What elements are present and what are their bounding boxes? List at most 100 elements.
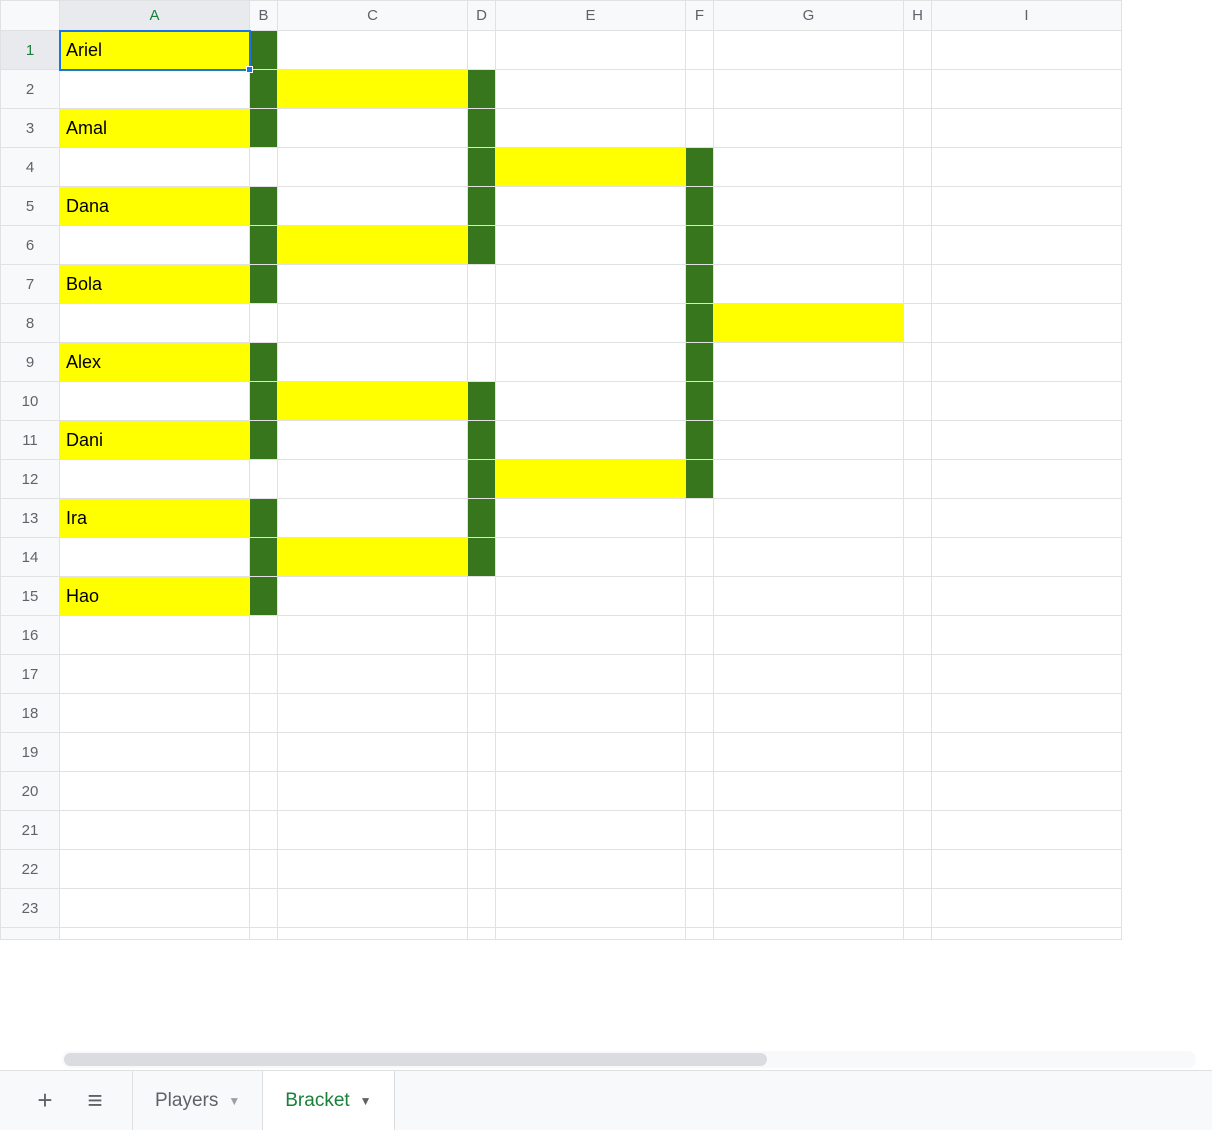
cell-G20[interactable] bbox=[714, 772, 904, 811]
cell-H23[interactable] bbox=[904, 889, 932, 928]
cell-E14[interactable] bbox=[496, 538, 686, 577]
cell-I8[interactable] bbox=[932, 304, 1122, 343]
cell-C8[interactable] bbox=[278, 304, 468, 343]
cell-E12[interactable] bbox=[496, 460, 686, 499]
row-header-22[interactable]: 22 bbox=[1, 850, 60, 889]
cell-F5[interactable] bbox=[686, 187, 714, 226]
cell-D13[interactable] bbox=[468, 499, 496, 538]
cell-H5[interactable] bbox=[904, 187, 932, 226]
column-header-G[interactable]: G bbox=[714, 1, 904, 31]
cell-F11[interactable] bbox=[686, 421, 714, 460]
cell-F4[interactable] bbox=[686, 148, 714, 187]
cell-H6[interactable] bbox=[904, 226, 932, 265]
cell-I14[interactable] bbox=[932, 538, 1122, 577]
cell-F14[interactable] bbox=[686, 538, 714, 577]
cell-D24[interactable] bbox=[468, 928, 496, 940]
cell-A5[interactable]: Dana bbox=[60, 187, 250, 226]
cell-F8[interactable] bbox=[686, 304, 714, 343]
cell-I17[interactable] bbox=[932, 655, 1122, 694]
cell-D4[interactable] bbox=[468, 148, 496, 187]
cell-I24[interactable] bbox=[932, 928, 1122, 940]
cell-D10[interactable] bbox=[468, 382, 496, 421]
column-header-D[interactable]: D bbox=[468, 1, 496, 31]
cell-E1[interactable] bbox=[496, 31, 686, 70]
cell-F17[interactable] bbox=[686, 655, 714, 694]
cell-E2[interactable] bbox=[496, 70, 686, 109]
cell-A20[interactable] bbox=[60, 772, 250, 811]
row-header-19[interactable]: 19 bbox=[1, 733, 60, 772]
cell-E19[interactable] bbox=[496, 733, 686, 772]
cell-A18[interactable] bbox=[60, 694, 250, 733]
cell-F22[interactable] bbox=[686, 850, 714, 889]
cell-H21[interactable] bbox=[904, 811, 932, 850]
cell-E4[interactable] bbox=[496, 148, 686, 187]
cell-D1[interactable] bbox=[468, 31, 496, 70]
cell-D2[interactable] bbox=[468, 70, 496, 109]
cell-H15[interactable] bbox=[904, 577, 932, 616]
cell-G3[interactable] bbox=[714, 109, 904, 148]
row-header-9[interactable]: 9 bbox=[1, 343, 60, 382]
cell-G22[interactable] bbox=[714, 850, 904, 889]
cell-F1[interactable] bbox=[686, 31, 714, 70]
cell-A22[interactable] bbox=[60, 850, 250, 889]
row-header-23[interactable]: 23 bbox=[1, 889, 60, 928]
cell-G11[interactable] bbox=[714, 421, 904, 460]
cell-B8[interactable] bbox=[250, 304, 278, 343]
cell-F21[interactable] bbox=[686, 811, 714, 850]
cell-F19[interactable] bbox=[686, 733, 714, 772]
cell-D15[interactable] bbox=[468, 577, 496, 616]
cell-B14[interactable] bbox=[250, 538, 278, 577]
cell-E13[interactable] bbox=[496, 499, 686, 538]
cell-G8[interactable] bbox=[714, 304, 904, 343]
cell-F9[interactable] bbox=[686, 343, 714, 382]
cell-E10[interactable] bbox=[496, 382, 686, 421]
cell-C9[interactable] bbox=[278, 343, 468, 382]
cell-B18[interactable] bbox=[250, 694, 278, 733]
cell-H7[interactable] bbox=[904, 265, 932, 304]
cell-I20[interactable] bbox=[932, 772, 1122, 811]
cell-C14[interactable] bbox=[278, 538, 468, 577]
cell-D11[interactable] bbox=[468, 421, 496, 460]
cell-I10[interactable] bbox=[932, 382, 1122, 421]
cell-D7[interactable] bbox=[468, 265, 496, 304]
cell-G18[interactable] bbox=[714, 694, 904, 733]
cell-D22[interactable] bbox=[468, 850, 496, 889]
row-header-1[interactable]: 1 bbox=[1, 31, 60, 70]
cell-E6[interactable] bbox=[496, 226, 686, 265]
cell-B15[interactable] bbox=[250, 577, 278, 616]
row-header-11[interactable]: 11 bbox=[1, 421, 60, 460]
cell-H12[interactable] bbox=[904, 460, 932, 499]
cell-D8[interactable] bbox=[468, 304, 496, 343]
cell-E24[interactable] bbox=[496, 928, 686, 940]
cell-H3[interactable] bbox=[904, 109, 932, 148]
cell-A6[interactable] bbox=[60, 226, 250, 265]
cell-G9[interactable] bbox=[714, 343, 904, 382]
cell-E5[interactable] bbox=[496, 187, 686, 226]
cell-H4[interactable] bbox=[904, 148, 932, 187]
cell-B7[interactable] bbox=[250, 265, 278, 304]
cell-D21[interactable] bbox=[468, 811, 496, 850]
cell-D16[interactable] bbox=[468, 616, 496, 655]
cell-I23[interactable] bbox=[932, 889, 1122, 928]
cell-B5[interactable] bbox=[250, 187, 278, 226]
cell-F16[interactable] bbox=[686, 616, 714, 655]
cell-H1[interactable] bbox=[904, 31, 932, 70]
cell-D9[interactable] bbox=[468, 343, 496, 382]
cell-C16[interactable] bbox=[278, 616, 468, 655]
cell-C3[interactable] bbox=[278, 109, 468, 148]
cell-H17[interactable] bbox=[904, 655, 932, 694]
cell-G1[interactable] bbox=[714, 31, 904, 70]
column-header-I[interactable]: I bbox=[932, 1, 1122, 31]
select-all-corner[interactable] bbox=[1, 1, 60, 31]
cell-B20[interactable] bbox=[250, 772, 278, 811]
cell-A10[interactable] bbox=[60, 382, 250, 421]
cell-D14[interactable] bbox=[468, 538, 496, 577]
cell-I1[interactable] bbox=[932, 31, 1122, 70]
row-header-15[interactable]: 15 bbox=[1, 577, 60, 616]
row-header-3[interactable]: 3 bbox=[1, 109, 60, 148]
cell-B1[interactable] bbox=[250, 31, 278, 70]
cell-H16[interactable] bbox=[904, 616, 932, 655]
cell-H20[interactable] bbox=[904, 772, 932, 811]
sheet-tab-players[interactable]: Players▼ bbox=[132, 1071, 262, 1130]
cell-G19[interactable] bbox=[714, 733, 904, 772]
